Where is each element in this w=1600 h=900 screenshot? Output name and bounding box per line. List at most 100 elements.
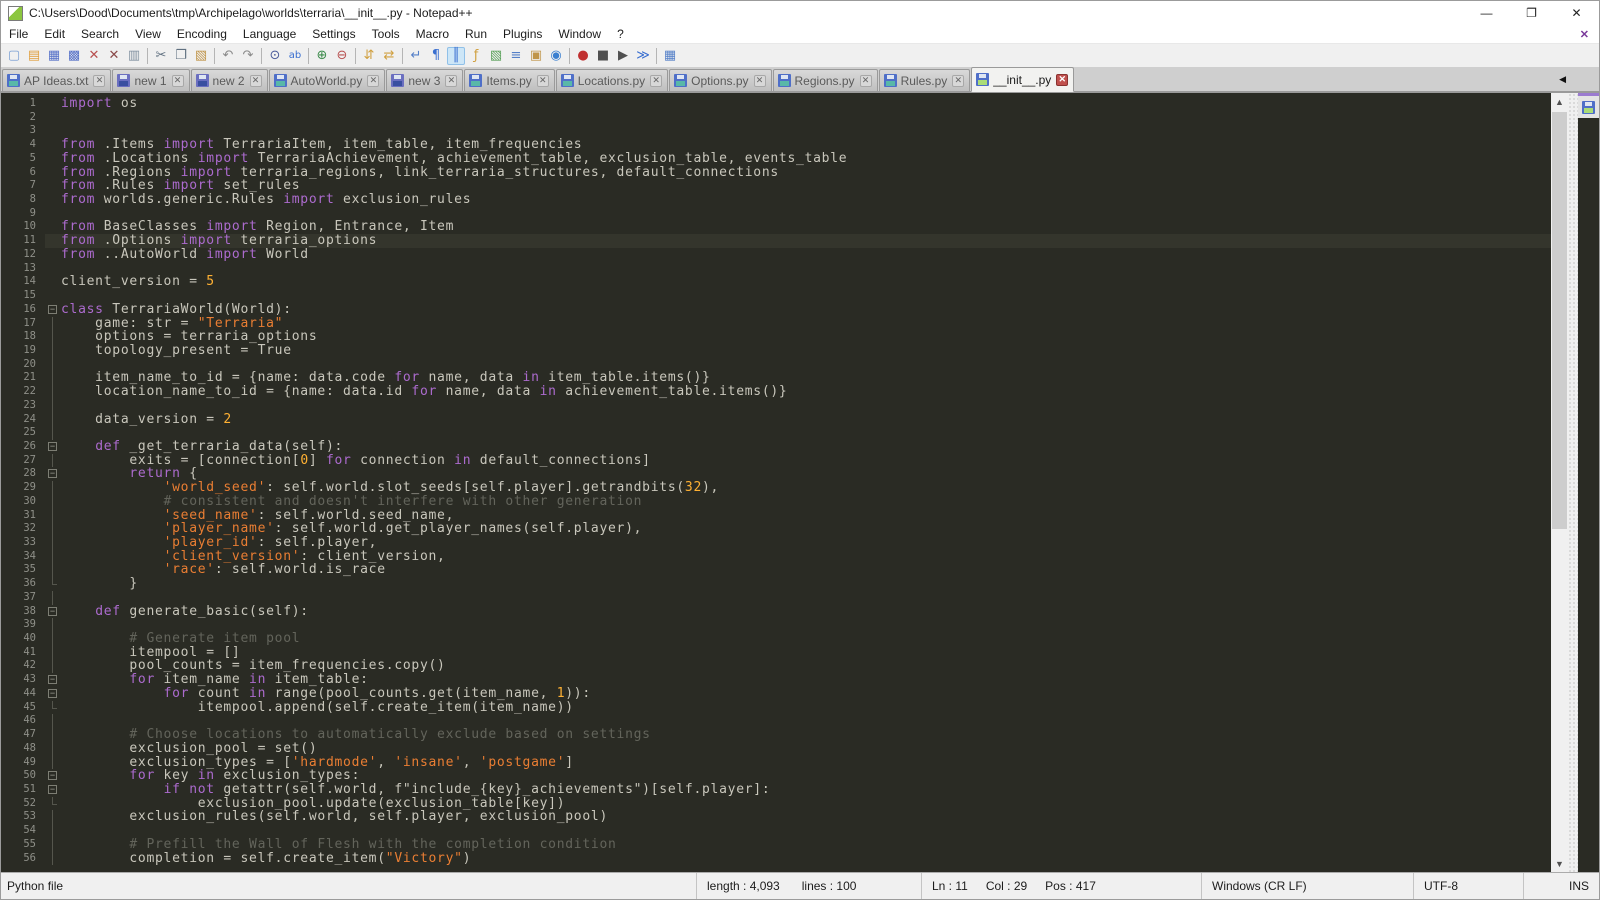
code-line-56[interactable]: 56 completion = self.create_item("Victor… bbox=[1, 852, 1551, 866]
code-line-15[interactable]: 15 bbox=[1, 289, 1551, 303]
tab-regions-py[interactable]: Regions.py✕ bbox=[773, 69, 878, 91]
fold-margin[interactable]: − bbox=[45, 687, 61, 701]
tab-scroll-left-arrow[interactable]: ◀ bbox=[1559, 74, 1566, 85]
code-line-39[interactable]: 39 bbox=[1, 618, 1551, 632]
code-line-42[interactable]: 42 pool_counts = item_frequencies.copy() bbox=[1, 659, 1551, 673]
document-list-icon[interactable]: ≡ bbox=[507, 47, 525, 65]
code-line-51[interactable]: 51− if not getattr(self.world, f"include… bbox=[1, 783, 1551, 797]
tab-close-icon[interactable]: ✕ bbox=[172, 75, 184, 87]
tab-close-icon[interactable]: ✕ bbox=[367, 75, 379, 87]
document-map-icon[interactable]: ▧ bbox=[487, 47, 505, 65]
record-macro-icon[interactable]: ● bbox=[574, 47, 592, 65]
menu-item-macro[interactable]: Macro bbox=[408, 25, 457, 43]
scroll-up-arrow[interactable]: ▲ bbox=[1551, 93, 1568, 110]
maximize-button[interactable]: ❐ bbox=[1509, 1, 1554, 25]
code-line-37[interactable]: 37 bbox=[1, 591, 1551, 605]
status-insert-mode[interactable]: INS bbox=[1524, 873, 1599, 899]
menu-item-search[interactable]: Search bbox=[73, 25, 127, 43]
code-line-22[interactable]: 22 location_name_to_id = {name: data.id … bbox=[1, 385, 1551, 399]
fold-collapse-icon[interactable]: − bbox=[48, 442, 57, 451]
code-line-25[interactable]: 25 bbox=[1, 426, 1551, 440]
fold-margin[interactable]: − bbox=[45, 440, 61, 454]
tab-close-icon[interactable]: ✕ bbox=[93, 75, 105, 87]
menu-item-language[interactable]: Language bbox=[235, 25, 304, 43]
fold-collapse-icon[interactable]: − bbox=[48, 675, 57, 684]
stop-macro-icon[interactable]: ■ bbox=[594, 47, 612, 65]
tab-ap-ideas-txt[interactable]: AP Ideas.txt✕ bbox=[2, 69, 111, 91]
tab-locations-py[interactable]: Locations.py✕ bbox=[556, 69, 668, 91]
code-line-11[interactable]: 11from .Options import terraria_options bbox=[1, 234, 1551, 248]
menu-item-encoding[interactable]: Encoding bbox=[169, 25, 235, 43]
fold-margin[interactable]: − bbox=[45, 783, 61, 797]
indent-guide-icon[interactable]: ║ bbox=[447, 47, 465, 65]
tab-close-icon[interactable]: ✕ bbox=[537, 75, 549, 87]
tab-rules-py[interactable]: Rules.py✕ bbox=[879, 69, 971, 91]
code-line-17[interactable]: 17 game: str = "Terraria" bbox=[1, 317, 1551, 331]
code-line-30[interactable]: 30 # consistent and doesn't interfere wi… bbox=[1, 495, 1551, 509]
paste-icon[interactable]: ▧ bbox=[192, 47, 210, 65]
code-line-38[interactable]: 38− def generate_basic(self): bbox=[1, 605, 1551, 619]
save-all-icon[interactable]: ▩ bbox=[65, 47, 83, 65]
code-line-9[interactable]: 9 bbox=[1, 207, 1551, 221]
run-macro-multiple-icon[interactable]: ≫ bbox=[634, 47, 652, 65]
tab-new-1[interactable]: new 1✕ bbox=[112, 69, 189, 91]
status-encoding[interactable]: UTF-8 bbox=[1414, 873, 1524, 899]
vertical-scrollbar[interactable]: ▲ ▼ bbox=[1551, 93, 1568, 872]
code-line-10[interactable]: 10from BaseClasses import Region, Entran… bbox=[1, 220, 1551, 234]
scrollbar-track[interactable] bbox=[1551, 110, 1568, 855]
play-macro-icon[interactable]: ▶ bbox=[614, 47, 632, 65]
menu-item-view[interactable]: View bbox=[127, 25, 169, 43]
code-line-52[interactable]: 52 exclusion_pool.update(exclusion_table… bbox=[1, 797, 1551, 811]
code-line-28[interactable]: 28− return { bbox=[1, 467, 1551, 481]
folder-workspace-icon[interactable]: ▣ bbox=[527, 47, 545, 65]
code-line-46[interactable]: 46 bbox=[1, 714, 1551, 728]
code-line-13[interactable]: 13 bbox=[1, 262, 1551, 276]
replace-icon[interactable]: ab bbox=[286, 47, 304, 65]
code-line-1[interactable]: 1import os bbox=[1, 97, 1551, 111]
menu-item-window[interactable]: Window bbox=[550, 25, 609, 43]
code-line-27[interactable]: 27 exits = [connection[0] for connection… bbox=[1, 454, 1551, 468]
fold-collapse-icon[interactable]: − bbox=[48, 771, 57, 780]
zoom-out-icon[interactable]: ⊖ bbox=[333, 47, 351, 65]
code-line-29[interactable]: 29 'world_seed': self.world.slot_seeds[s… bbox=[1, 481, 1551, 495]
view-splitter-handle[interactable] bbox=[1568, 93, 1578, 872]
code-line-18[interactable]: 18 options = terraria_options bbox=[1, 330, 1551, 344]
code-line-55[interactable]: 55 # Prefill the Wall of Flesh with the … bbox=[1, 838, 1551, 852]
save-icon[interactable]: ▦ bbox=[45, 47, 63, 65]
code-line-12[interactable]: 12from ..AutoWorld import World bbox=[1, 248, 1551, 262]
tab-close-icon[interactable]: ✕ bbox=[1056, 74, 1068, 86]
tab-options-py[interactable]: Options.py✕ bbox=[669, 69, 771, 91]
code-line-4[interactable]: 4from .Items import TerrariaItem, item_t… bbox=[1, 138, 1551, 152]
code-line-31[interactable]: 31 'seed_name': self.world.seed_name, bbox=[1, 509, 1551, 523]
fold-collapse-icon[interactable]: − bbox=[48, 607, 57, 616]
redo-icon[interactable]: ↷ bbox=[239, 47, 257, 65]
code-line-26[interactable]: 26− def _get_terraria_data(self): bbox=[1, 440, 1551, 454]
tab-autoworld-py[interactable]: AutoWorld.py✕ bbox=[269, 69, 386, 91]
code-line-21[interactable]: 21 item_name_to_id = {name: data.code fo… bbox=[1, 371, 1551, 385]
second-view-tab[interactable] bbox=[1578, 93, 1599, 118]
code-line-44[interactable]: 44− for count in range(pool_counts.get(i… bbox=[1, 687, 1551, 701]
tab-close-icon[interactable]: ✕ bbox=[445, 75, 457, 87]
menu-item-help[interactable]: ? bbox=[609, 25, 632, 43]
fold-collapse-icon[interactable]: − bbox=[48, 305, 57, 314]
code-line-8[interactable]: 8from worlds.generic.Rules import exclus… bbox=[1, 193, 1551, 207]
minimize-button[interactable]: — bbox=[1464, 1, 1509, 25]
fold-margin[interactable]: − bbox=[45, 303, 61, 317]
fold-margin[interactable]: − bbox=[45, 605, 61, 619]
code-line-40[interactable]: 40 # Generate item pool bbox=[1, 632, 1551, 646]
code-line-14[interactable]: 14client_version = 5 bbox=[1, 275, 1551, 289]
tab-close-icon[interactable]: ✕ bbox=[860, 75, 872, 87]
scrollbar-thumb[interactable] bbox=[1552, 112, 1567, 529]
sync-horizontal-icon[interactable]: ⇄ bbox=[380, 47, 398, 65]
fold-collapse-icon[interactable]: − bbox=[48, 785, 57, 794]
word-wrap-icon[interactable]: ↵ bbox=[407, 47, 425, 65]
code-line-53[interactable]: 53 exclusion_rules(self.world, self.play… bbox=[1, 810, 1551, 824]
menu-item-tools[interactable]: Tools bbox=[364, 25, 408, 43]
code-line-35[interactable]: 35 'race': self.world.is_race bbox=[1, 563, 1551, 577]
tab-close-icon[interactable]: ✕ bbox=[754, 75, 766, 87]
function-list-icon[interactable]: ƒ bbox=[467, 47, 485, 65]
menu-item-edit[interactable]: Edit bbox=[36, 25, 73, 43]
code-line-23[interactable]: 23 bbox=[1, 399, 1551, 413]
code-line-54[interactable]: 54 bbox=[1, 824, 1551, 838]
tab--init-py[interactable]: __init__.py✕ bbox=[971, 67, 1074, 92]
